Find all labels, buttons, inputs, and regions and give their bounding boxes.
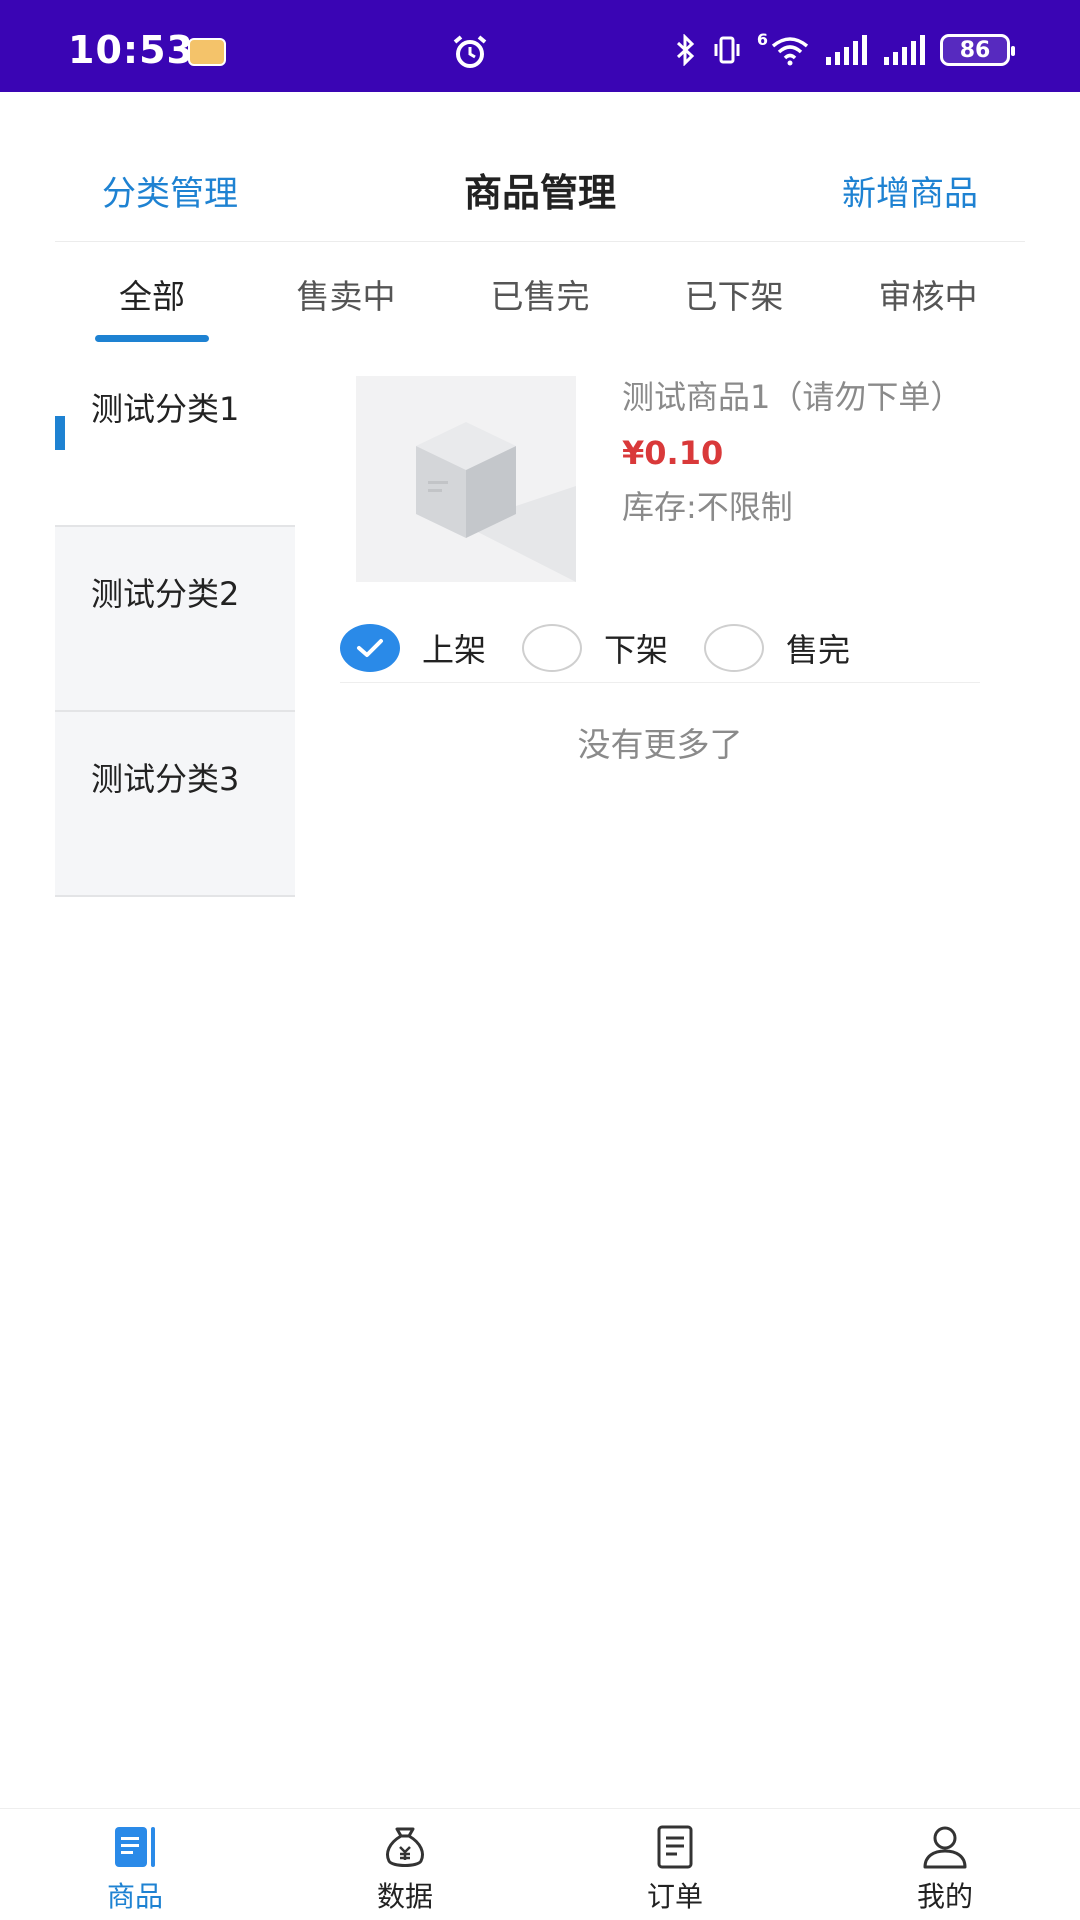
tab-sold-out[interactable]: 已售完 — [443, 242, 637, 342]
status-icons: 6 86 — [675, 30, 1015, 70]
radio-delist[interactable] — [522, 624, 583, 672]
product-price: ¥0.10 — [622, 434, 724, 472]
network-badge: 6 — [756, 30, 768, 49]
category-item-3[interactable]: 测试分类3 — [55, 712, 295, 897]
radio-list[interactable] — [340, 624, 400, 672]
signal-icon-1 — [826, 35, 867, 65]
product-info: 测试商品1（请勿下单） ¥0.10 库存:不限制 — [622, 370, 982, 536]
nav-orders[interactable]: 订单 — [540, 1809, 810, 1920]
option-list[interactable]: 上架 — [340, 624, 486, 672]
wifi-icon — [771, 37, 809, 66]
tab-on-sale[interactable]: 售卖中 — [249, 242, 443, 342]
category-item-2[interactable]: 测试分类2 — [55, 527, 295, 712]
nav-data[interactable]: 数据 — [270, 1809, 540, 1920]
option-sold-out-label: 售完 — [786, 631, 851, 669]
product-stock: 库存:不限制 — [622, 488, 793, 526]
add-product-button[interactable]: 新增商品 — [842, 166, 978, 215]
product-name: 测试商品1（请勿下单） — [622, 378, 963, 416]
status-tabs: 全部 售卖中 已售完 已下架 审核中 — [55, 242, 1025, 342]
tab-all[interactable]: 全部 — [55, 242, 249, 342]
nav-label: 我的 — [916, 1880, 973, 1913]
goods-icon — [115, 1827, 155, 1867]
option-delist[interactable]: 下架 — [522, 624, 668, 672]
category-label: 测试分类1 — [91, 390, 240, 428]
nav-label: 数据 — [376, 1880, 433, 1913]
product-divider — [340, 682, 980, 683]
vibrate-icon — [714, 36, 740, 64]
category-item-1[interactable]: 测试分类1 — [55, 342, 295, 527]
radio-sold-out[interactable] — [704, 624, 765, 672]
category-label: 测试分类3 — [91, 760, 240, 798]
order-icon — [657, 1825, 693, 1869]
option-list-label: 上架 — [422, 631, 487, 669]
bluetooth-icon — [676, 34, 695, 66]
category-label: 测试分类2 — [91, 575, 240, 613]
tab-under-review[interactable]: 审核中 — [831, 242, 1025, 342]
money-bag-icon — [386, 1827, 424, 1867]
nav-label: 商品 — [106, 1880, 163, 1913]
battery-indicator: 86 — [940, 34, 1015, 66]
bottom-nav: 商品 数据 订单 我的 — [0, 1808, 1080, 1920]
nav-profile[interactable]: 我的 — [810, 1809, 1080, 1920]
product-placeholder-image — [356, 376, 576, 582]
category-sidebar: 测试分类1 测试分类2 测试分类3 — [55, 342, 295, 897]
page-header: 分类管理 商品管理 新增商品 — [0, 92, 1080, 242]
option-delist-label: 下架 — [604, 631, 669, 669]
status-time: 10:53 — [68, 28, 194, 72]
status-bar: 10:53 6 86 — [0, 0, 1080, 92]
nav-label: 订单 — [646, 1880, 703, 1913]
notification-app-icon — [188, 38, 226, 66]
profile-icon — [923, 1826, 967, 1869]
list-end-text: 没有更多了 — [577, 725, 743, 764]
nav-goods[interactable]: 商品 — [0, 1809, 270, 1920]
listing-status-options: 上架 下架 售完 — [340, 612, 980, 684]
tab-delisted[interactable]: 已下架 — [637, 242, 831, 342]
signal-icon-2 — [884, 35, 925, 65]
box-icon — [416, 422, 576, 582]
alarm-icon — [453, 35, 487, 68]
check-icon — [357, 639, 383, 657]
option-sold-out[interactable]: 售完 — [704, 624, 850, 672]
